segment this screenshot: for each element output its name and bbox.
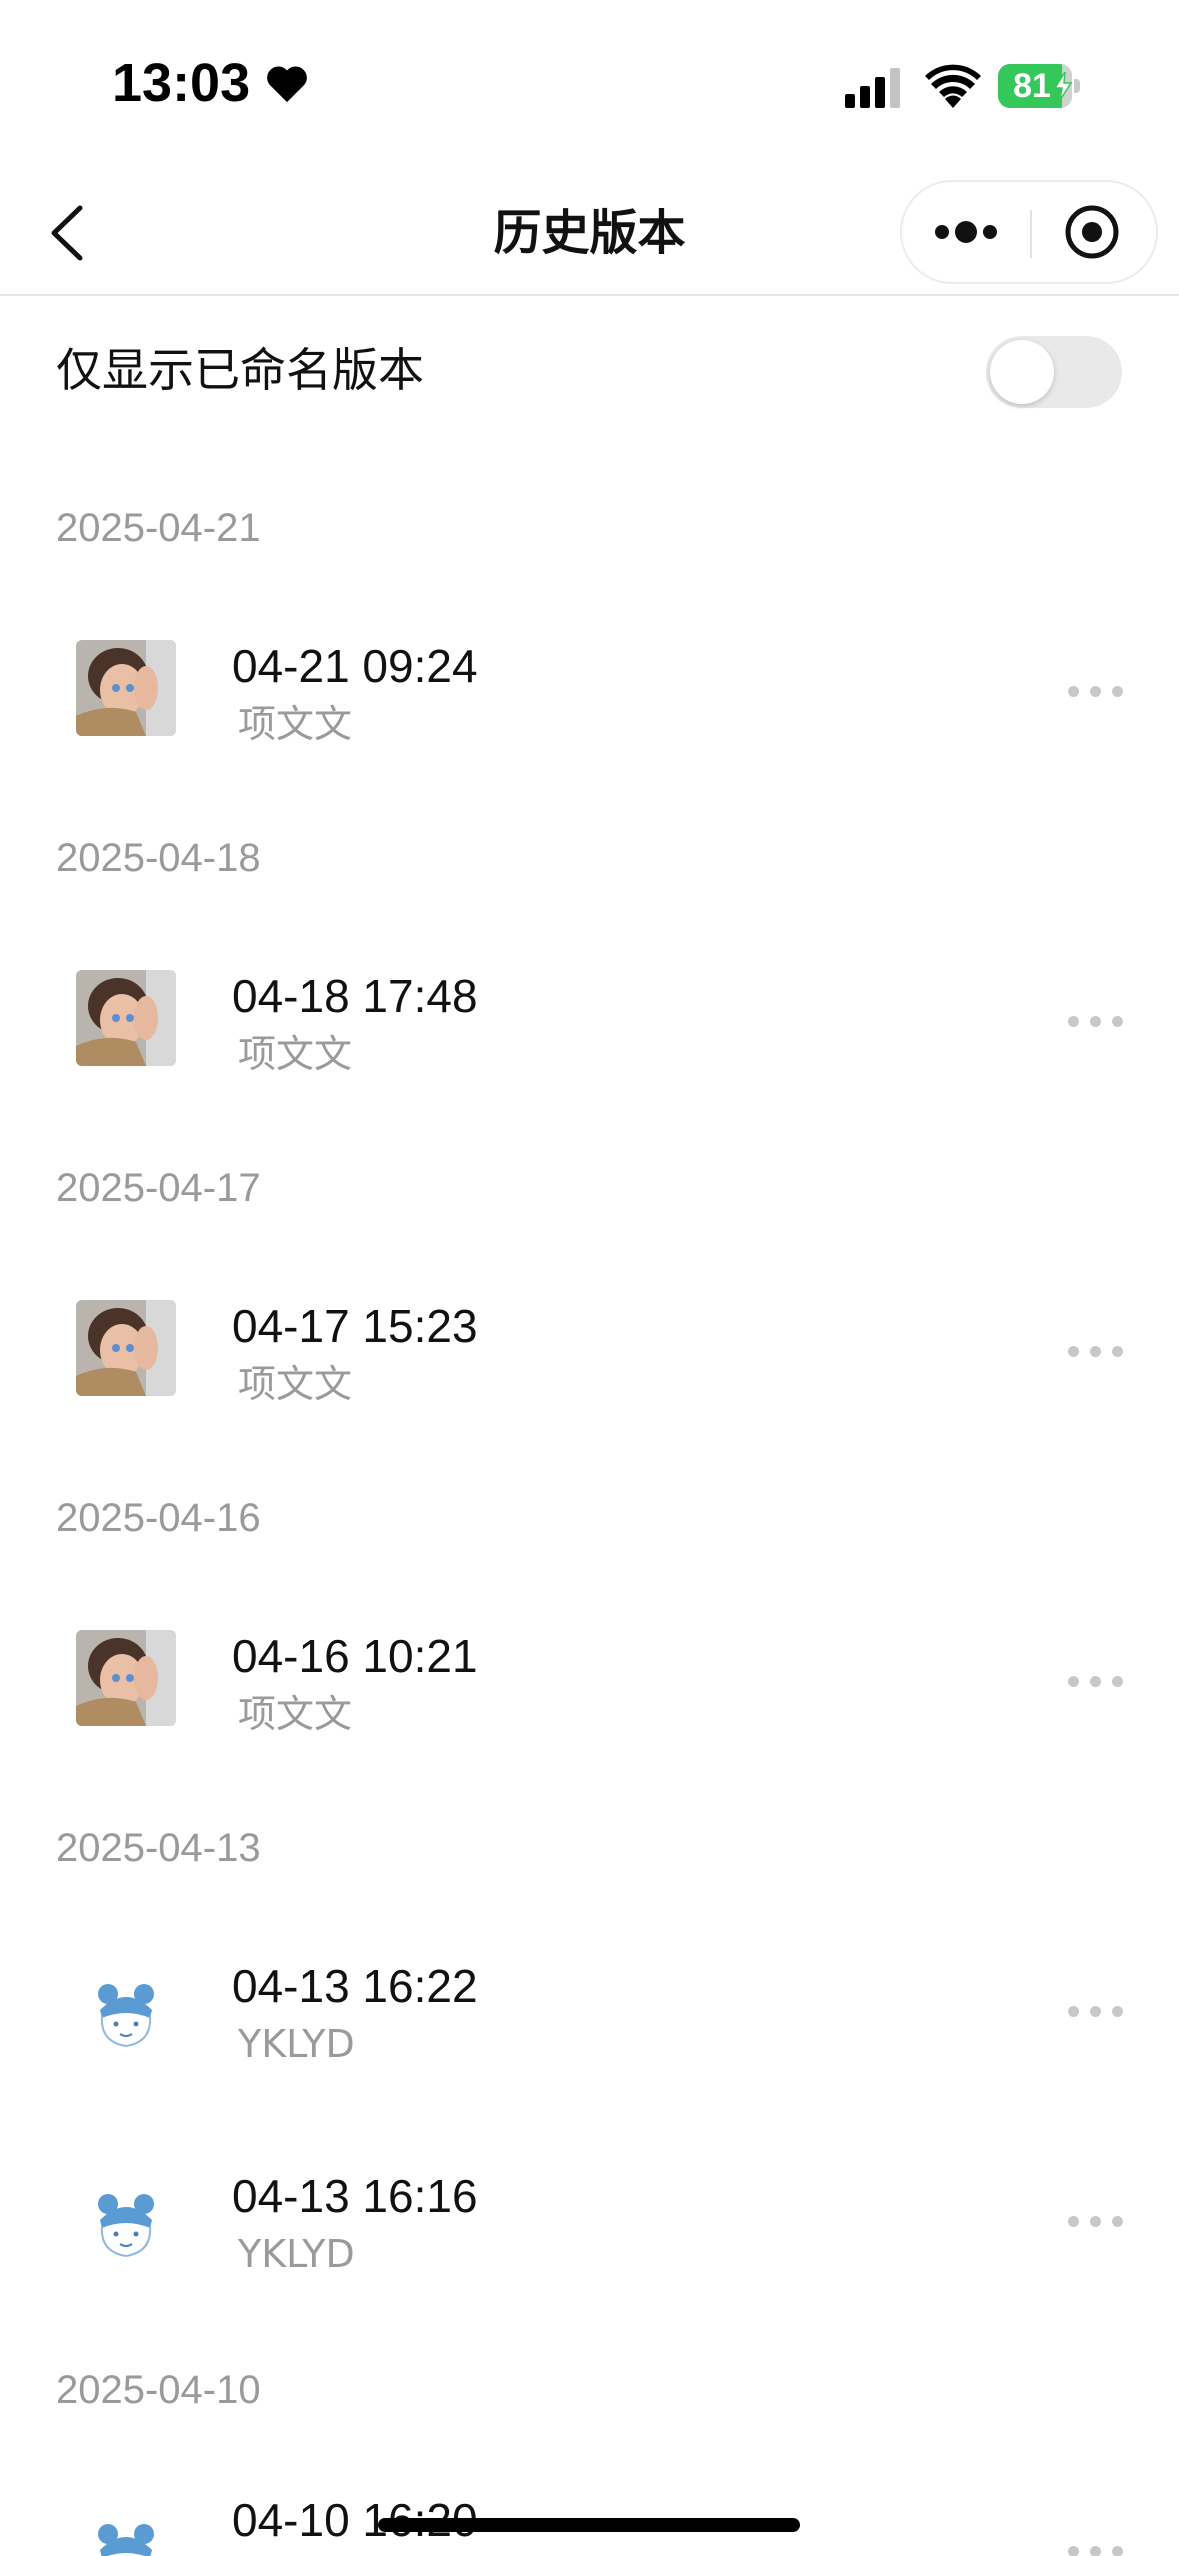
wifi-icon [925, 64, 981, 108]
avatar [76, 640, 176, 736]
avatar [76, 1630, 176, 1726]
row-more-button[interactable] [1060, 670, 1130, 710]
cartoon-avatar-icon [76, 1970, 176, 2066]
row-more-button[interactable] [1060, 1660, 1130, 1700]
avatar [76, 970, 176, 1066]
version-time: 04-21 09:24 [232, 640, 478, 692]
date-header: 2025-04-16 [56, 1496, 261, 1540]
heart-icon [267, 66, 307, 103]
date-header: 2025-04-18 [56, 836, 261, 880]
row-more-button[interactable] [1060, 1990, 1130, 2030]
status-bar: 13:03 81 [0, 0, 1179, 170]
row-more-button[interactable] [1060, 2530, 1130, 2556]
version-row[interactable]: 04-18 17:48 项文文 [0, 930, 1179, 1110]
charging-bolt-icon [1053, 72, 1073, 100]
version-row[interactable]: 04-17 15:23 项文文 [0, 1260, 1179, 1440]
version-time: 04-18 17:48 [232, 970, 478, 1022]
home-indicator [378, 2518, 800, 2532]
version-time: 04-13 16:16 [232, 2170, 478, 2222]
cartoon-avatar-icon [76, 2510, 176, 2556]
version-row[interactable]: 04-13 16:16 YKLYD [0, 2130, 1179, 2310]
avatar [76, 2180, 176, 2276]
row-more-button[interactable] [1060, 1330, 1130, 1370]
date-header: 2025-04-17 [56, 1166, 261, 1210]
version-row[interactable]: 04-13 16:22 YKLYD [0, 1920, 1179, 2100]
version-author: YKLYD [238, 2232, 355, 2276]
version-time: 04-17 15:23 [232, 1300, 478, 1352]
status-time: 13:03 [112, 52, 310, 114]
row-more-button[interactable] [1060, 1000, 1130, 1040]
date-header: 2025-04-10 [56, 2368, 261, 2412]
close-miniprogram-button[interactable] [1032, 182, 1158, 282]
row-more-button[interactable] [1060, 2200, 1130, 2240]
version-row[interactable]: 04-16 10:21 项文文 [0, 1590, 1179, 1770]
miniprogram-capsule [900, 180, 1158, 284]
cartoon-avatar-icon [76, 2180, 176, 2276]
target-close-icon [1065, 205, 1119, 259]
version-author: 项文文 [238, 1032, 353, 1076]
user-photo-icon [76, 1630, 176, 1726]
battery-indicator: 81 [998, 64, 1080, 108]
version-author: 项文文 [238, 1362, 353, 1406]
user-photo-icon [76, 1300, 176, 1396]
cellular-signal-icon [845, 68, 900, 108]
user-photo-icon [76, 970, 176, 1066]
date-header: 2025-04-21 [56, 506, 261, 550]
avatar [76, 1970, 176, 2066]
version-time: 04-13 16:22 [232, 1960, 478, 2012]
screen: 13:03 81 历史版本 仅显示已命名版本 2025-04-21 04-21 … [0, 0, 1179, 2556]
navigation-bar: 历史版本 [0, 170, 1179, 296]
version-author: YKLYD [238, 2022, 355, 2066]
named-only-toggle[interactable] [986, 336, 1122, 408]
avatar [76, 1300, 176, 1396]
version-author: 项文文 [238, 1692, 353, 1736]
user-photo-icon [76, 640, 176, 736]
date-header: 2025-04-13 [56, 1826, 261, 1870]
named-version-filter-row: 仅显示已命名版本 [0, 296, 1179, 446]
version-time: 04-16 10:21 [232, 1630, 478, 1682]
version-row[interactable]: 04-21 09:24 项文文 [0, 600, 1179, 780]
avatar [76, 2510, 176, 2556]
version-author: 项文文 [238, 702, 353, 746]
clock-text: 13:03 [112, 53, 251, 113]
more-options-button[interactable] [902, 182, 1030, 282]
toggle-knob [990, 340, 1054, 404]
more-dots-icon [935, 221, 997, 243]
filter-label: 仅显示已命名版本 [56, 343, 424, 397]
